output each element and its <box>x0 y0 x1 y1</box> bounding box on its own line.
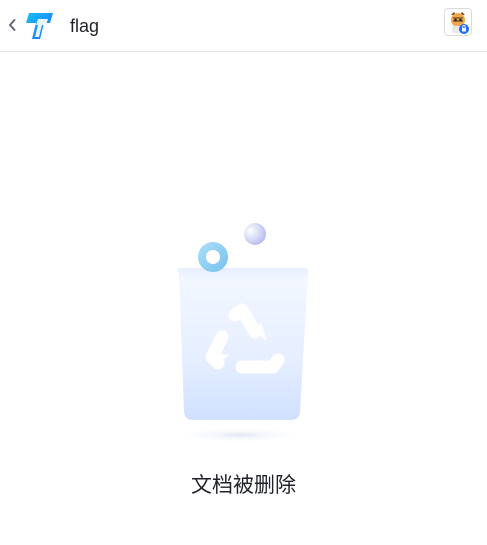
recycle-bin-icon <box>170 223 310 443</box>
user-avatar-icon <box>445 9 471 35</box>
document-title: flag <box>70 16 100 36</box>
back-button[interactable] <box>4 14 20 36</box>
top-bar: flag <box>0 0 487 52</box>
empty-state-message: 文档被删除 <box>191 474 296 497</box>
chevron-left-icon <box>9 19 16 31</box>
user-avatar[interactable] <box>444 8 472 36</box>
app-logo-icon[interactable] <box>24 11 56 41</box>
deleted-document-illustration <box>160 215 330 455</box>
